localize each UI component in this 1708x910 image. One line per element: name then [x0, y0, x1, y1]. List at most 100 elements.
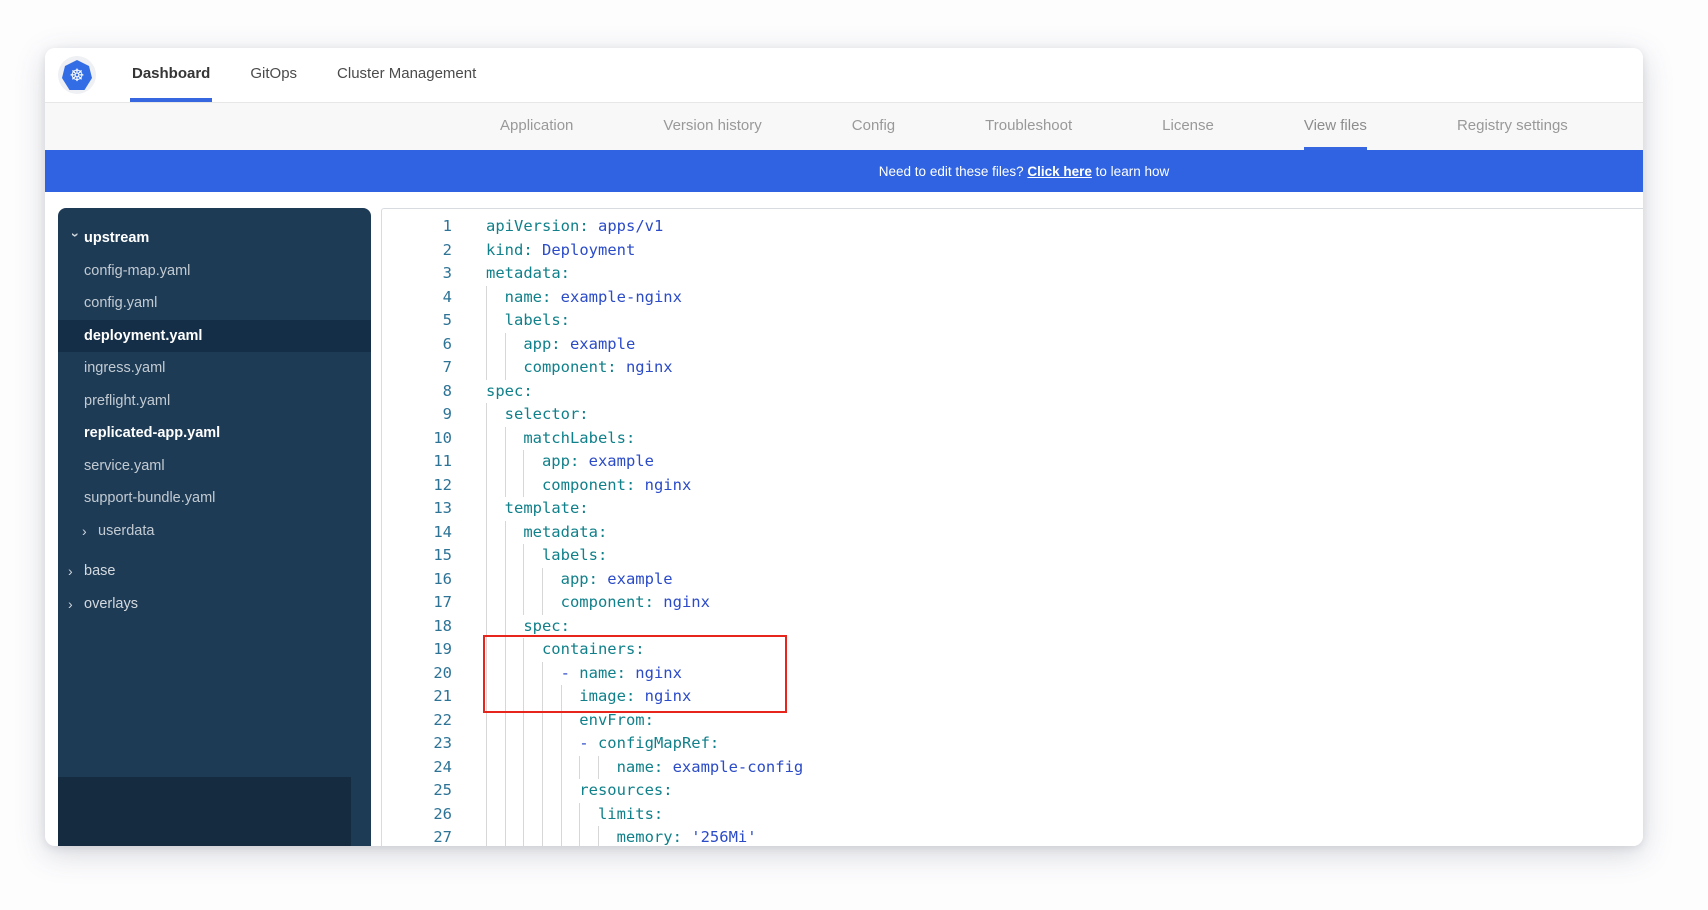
indent-guide [505, 709, 524, 733]
tab-version-history[interactable]: Version history [663, 103, 761, 150]
click-here-link[interactable]: Click here [1027, 164, 1092, 179]
file-tree-items: ›upstreamconfig-map.yamlconfig.yamldeplo… [58, 222, 371, 620]
tab-view-files[interactable]: View files [1304, 103, 1367, 150]
line-content: kind: Deployment [452, 239, 635, 263]
code-line: 23- configMapRef: [382, 732, 1643, 756]
line-number: 23 [382, 732, 452, 756]
indent-guide [486, 309, 505, 333]
yaml-token: labels: [542, 546, 607, 564]
line-content: component: nginx [452, 591, 710, 615]
line-number: 12 [382, 474, 452, 498]
tree-item-label: base [84, 563, 115, 579]
line-number: 10 [382, 427, 452, 451]
tree-file-preflight-yaml[interactable]: preflight.yaml [58, 385, 371, 418]
tab-license[interactable]: License [1162, 103, 1214, 150]
code-line: 11app: example [382, 450, 1643, 474]
line-number: 11 [382, 450, 452, 474]
indent-guide [486, 615, 505, 639]
code-line: 12component: nginx [382, 474, 1643, 498]
indent-guide [579, 756, 598, 780]
app-window: ☸ Dashboard GitOps Cluster Management Appl… [45, 48, 1643, 846]
tree-item-label: replicated-app.yaml [84, 425, 220, 441]
page-background: ☸ Dashboard GitOps Cluster Management Appl… [0, 0, 1708, 910]
indent-guide [505, 732, 524, 756]
yaml-token: configMapRef: [598, 734, 719, 752]
indent-guide [486, 544, 505, 568]
indent-guide [486, 826, 505, 846]
code-line: 5labels: [382, 309, 1643, 333]
yaml-token: example [579, 452, 654, 470]
indent-guide [561, 756, 580, 780]
indent-guide [486, 756, 505, 780]
indent-guide [561, 779, 580, 803]
indent-guide [542, 803, 561, 827]
indent-guide [486, 333, 505, 357]
tab-registry-settings[interactable]: Registry settings [1457, 103, 1568, 150]
yaml-token: app: [523, 335, 560, 353]
line-content: metadata: [452, 262, 570, 286]
code-line: 14metadata: [382, 521, 1643, 545]
tree-file-deployment-yaml[interactable]: deployment.yaml [58, 320, 371, 353]
line-content: app: example [452, 450, 654, 474]
tree-file-config-map-yaml[interactable]: config-map.yaml [58, 255, 371, 288]
tree-file-config-yaml[interactable]: config.yaml [58, 287, 371, 320]
tree-folder-overlays[interactable]: ›overlays [58, 588, 371, 621]
indent-guide [523, 662, 542, 686]
indent-guide [598, 756, 617, 780]
indent-guide [523, 450, 542, 474]
line-number: 22 [382, 709, 452, 733]
code-line: 27memory: '256Mi' [382, 826, 1643, 846]
primary-nav: ☸ Dashboard GitOps Cluster Management [45, 48, 1643, 103]
yaml-token: kind: [486, 241, 533, 259]
indent-guide [523, 568, 542, 592]
yaml-token: example [598, 570, 673, 588]
tree-file-support-bundle-yaml[interactable]: support-bundle.yaml [58, 482, 371, 515]
tree-folder-upstream[interactable]: ›upstream [58, 222, 371, 255]
yaml-token: selector: [505, 405, 589, 423]
code-line: 19containers: [382, 638, 1643, 662]
indent-guide [486, 450, 505, 474]
indent-guide [523, 826, 542, 846]
yaml-token: envFrom: [579, 711, 654, 729]
tab-application[interactable]: Application [500, 103, 573, 150]
indent-guide [523, 779, 542, 803]
yaml-token: app: [542, 452, 579, 470]
tab-gitops[interactable]: GitOps [248, 48, 299, 102]
line-content: containers: [452, 638, 645, 662]
primary-nav-tabs: Dashboard GitOps Cluster Management [130, 48, 478, 102]
code-line: 24name: example-config [382, 756, 1643, 780]
yaml-token: - [561, 664, 580, 682]
tree-folder-base[interactable]: ›base [58, 555, 371, 588]
line-number: 18 [382, 615, 452, 639]
indent-guide [542, 568, 561, 592]
kubernetes-helm-icon: ☸ [62, 60, 92, 90]
yaml-token: limits: [598, 805, 663, 823]
tab-config[interactable]: Config [852, 103, 895, 150]
tab-cluster-management[interactable]: Cluster Management [335, 48, 478, 102]
code-line: 20- name: nginx [382, 662, 1643, 686]
line-content: - configMapRef: [452, 732, 719, 756]
indent-guide [505, 474, 524, 498]
yaml-editor[interactable]: 1apiVersion: apps/v12kind: Deployment3me… [381, 208, 1643, 846]
indent-guide [486, 427, 505, 451]
tree-file-service-yaml[interactable]: service.yaml [58, 450, 371, 483]
line-content: spec: [452, 615, 570, 639]
indent-guide [505, 615, 524, 639]
kubernetes-logo[interactable]: ☸ [58, 56, 96, 94]
tree-file-replicated-app-yaml[interactable]: replicated-app.yaml [58, 417, 371, 450]
line-number: 17 [382, 591, 452, 615]
line-content: component: nginx [452, 356, 673, 380]
line-number: 14 [382, 521, 452, 545]
tab-troubleshoot[interactable]: Troubleshoot [985, 103, 1072, 150]
tab-dashboard[interactable]: Dashboard [130, 48, 212, 102]
line-content: component: nginx [452, 474, 691, 498]
indent-guide [486, 732, 505, 756]
line-number: 5 [382, 309, 452, 333]
line-number: 19 [382, 638, 452, 662]
code-line: 16app: example [382, 568, 1643, 592]
indent-guide [505, 356, 524, 380]
indent-guide [523, 544, 542, 568]
line-number: 26 [382, 803, 452, 827]
tree-file-ingress-yaml[interactable]: ingress.yaml [58, 352, 371, 385]
tree-folder-userdata[interactable]: ›userdata [58, 515, 371, 548]
